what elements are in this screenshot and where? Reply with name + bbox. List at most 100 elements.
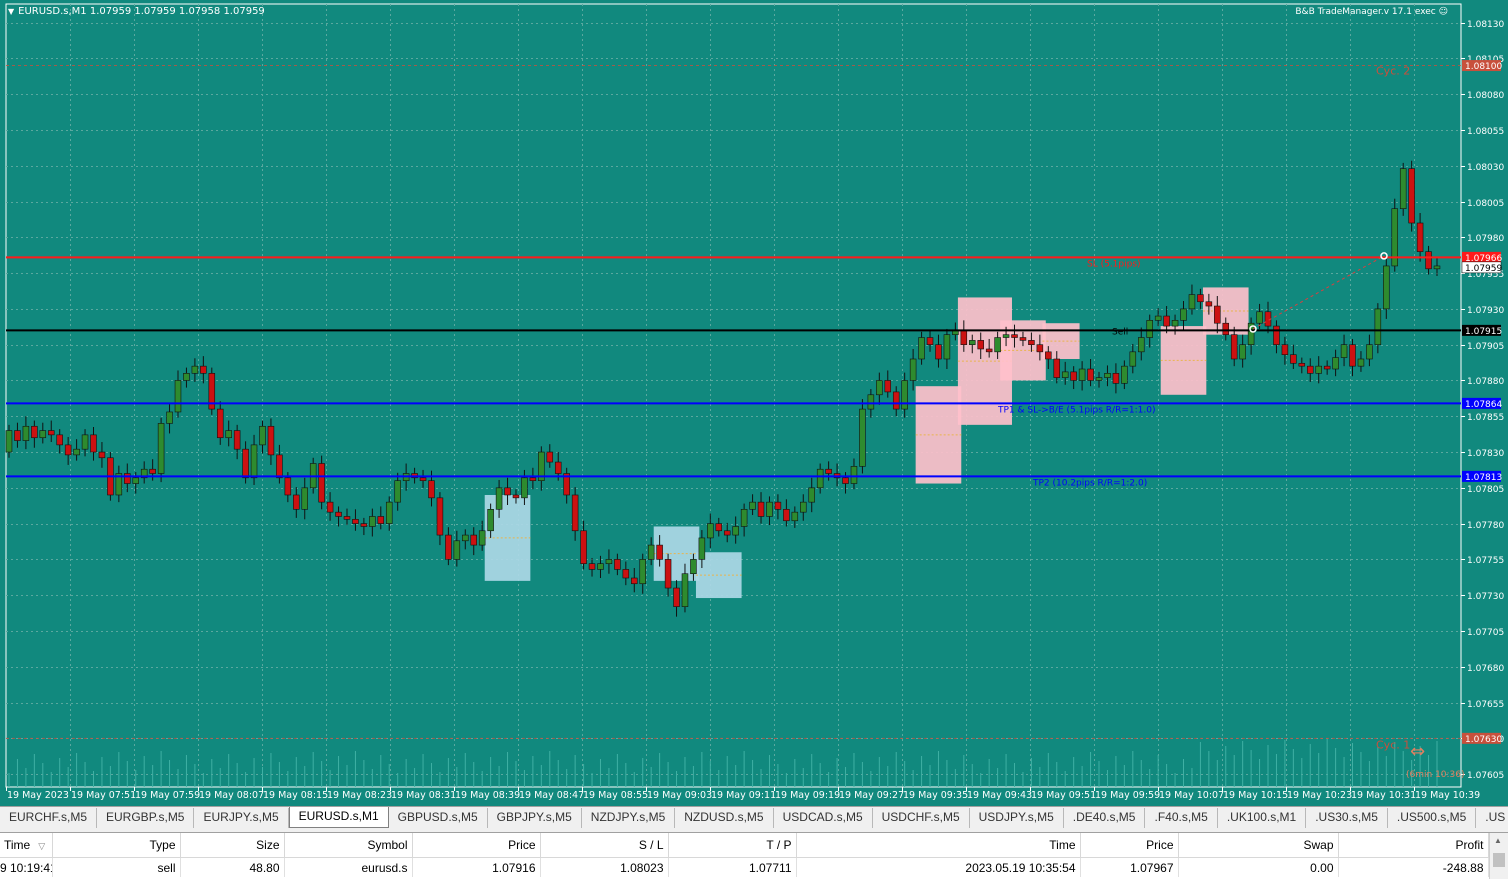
chart-tab[interactable]: GBPJPY.s,M5: [488, 808, 582, 828]
candle-body[interactable]: [673, 587, 680, 607]
candle-body[interactable]: [250, 444, 258, 479]
candle-body[interactable]: [301, 487, 308, 510]
candle-body[interactable]: [124, 473, 131, 484]
candle-body[interactable]: [1129, 351, 1137, 367]
candle-body[interactable]: [428, 480, 435, 499]
candle-body[interactable]: [149, 468, 156, 474]
candle-body[interactable]: [419, 477, 427, 481]
candle-body[interactable]: [901, 380, 908, 410]
candle-body[interactable]: [749, 501, 756, 510]
candle-body[interactable]: [39, 430, 47, 439]
candle-body[interactable]: [377, 516, 385, 524]
candle-body[interactable]: [614, 559, 621, 570]
candle-body[interactable]: [580, 530, 587, 564]
candle-body[interactable]: [1306, 365, 1314, 374]
candle-body[interactable]: [73, 448, 80, 456]
candle-body[interactable]: [715, 523, 723, 532]
candle-body[interactable]: [1222, 322, 1230, 335]
candle-body[interactable]: [352, 519, 359, 524]
column-header[interactable]: Price: [412, 833, 541, 858]
candle-body[interactable]: [1036, 344, 1044, 353]
candle-body[interactable]: [1070, 371, 1077, 381]
candle-body[interactable]: [1399, 168, 1407, 209]
candle-body[interactable]: [571, 494, 579, 532]
candle-body[interactable]: [64, 444, 72, 456]
candle-body[interactable]: [935, 344, 942, 360]
candle-body[interactable]: [1273, 325, 1280, 345]
candle-body[interactable]: [1095, 377, 1103, 381]
candle-body[interactable]: [774, 501, 782, 510]
candle-body[interactable]: [723, 530, 731, 536]
candle-body[interactable]: [1256, 311, 1263, 324]
candle-body[interactable]: [732, 526, 739, 536]
chart-tab[interactable]: .US500.s,M5: [1388, 808, 1477, 828]
candle-body[interactable]: [892, 391, 900, 410]
candle-body[interactable]: [681, 573, 689, 607]
candle-body[interactable]: [1230, 334, 1238, 360]
column-header[interactable]: Profit: [1338, 833, 1489, 858]
candle-body[interactable]: [622, 569, 630, 579]
candle-body[interactable]: [1154, 315, 1162, 321]
candle-body[interactable]: [1416, 222, 1424, 252]
candle-body[interactable]: [394, 480, 401, 503]
candle-body[interactable]: [191, 365, 199, 374]
candle-body[interactable]: [1146, 320, 1153, 338]
candle-body[interactable]: [470, 534, 477, 546]
chart-tab[interactable]: .UK100.s,M1: [1218, 808, 1307, 828]
chart-tab[interactable]: EURUSD.s,M1: [288, 807, 389, 828]
candle-body[interactable]: [1374, 308, 1382, 345]
chart-tab[interactable]: .US: [1476, 808, 1508, 828]
candle-body[interactable]: [166, 411, 173, 424]
candle-body[interactable]: [1104, 373, 1111, 378]
candle-body[interactable]: [1019, 337, 1027, 341]
candle-body[interactable]: [1053, 358, 1061, 378]
column-header[interactable]: Time ▽: [0, 833, 53, 858]
candle-body[interactable]: [631, 577, 638, 585]
candle-body[interactable]: [1214, 305, 1221, 324]
candle-body[interactable]: [369, 516, 376, 527]
candle-body[interactable]: [960, 330, 968, 345]
candle-body[interactable]: [1112, 373, 1120, 384]
column-header[interactable]: Type: [52, 833, 181, 858]
candle-body[interactable]: [664, 559, 672, 589]
candle-body[interactable]: [876, 380, 883, 396]
candle-body[interactable]: [200, 365, 207, 374]
chart-tab[interactable]: USDCHF.s,M5: [873, 808, 970, 828]
candle-body[interactable]: [1290, 354, 1297, 364]
candle-body[interactable]: [1163, 315, 1170, 327]
candle-body[interactable]: [825, 468, 832, 474]
candle-body[interactable]: [1357, 358, 1365, 367]
candle-body[interactable]: [276, 454, 283, 479]
candle-body[interactable]: [698, 537, 706, 560]
candle-body[interactable]: [918, 337, 925, 360]
candle-body[interactable]: [1298, 362, 1306, 367]
chart-tab[interactable]: .US30.s,M5: [1306, 808, 1388, 828]
candle-body[interactable]: [478, 530, 486, 546]
candle-body[interactable]: [647, 544, 655, 560]
candle-body[interactable]: [859, 408, 866, 467]
table-row[interactable]: 9 10:19:41 sell 48.80 eurusd.s 1.07916 1.0802…: [0, 857, 1489, 877]
column-header[interactable]: Size: [180, 833, 285, 858]
candle-body[interactable]: [597, 563, 604, 570]
candle-body[interactable]: [504, 487, 511, 496]
candle-body[interactable]: [14, 430, 21, 441]
chart-window[interactable]: 1.08130 1.08105 1.08080 1.08055 1.08030 1.080…: [0, 0, 1508, 806]
candle-body[interactable]: [757, 501, 765, 517]
candle-body[interactable]: [487, 508, 494, 532]
caret-down-icon[interactable]: ▼: [8, 7, 14, 16]
candle-body[interactable]: [1028, 340, 1035, 345]
candle-body[interactable]: [529, 477, 537, 481]
column-header[interactable]: Time: [796, 833, 1081, 858]
scrollbar-thumb[interactable]: [1493, 853, 1505, 867]
candle-body[interactable]: [740, 508, 748, 527]
candle-body[interactable]: [318, 463, 325, 503]
column-header[interactable]: Swap: [1178, 833, 1339, 858]
candle-body[interactable]: [1180, 308, 1187, 321]
candle-body[interactable]: [293, 494, 300, 510]
candle-body[interactable]: [445, 534, 452, 560]
candle-body[interactable]: [884, 380, 892, 393]
candle-body[interactable]: [690, 559, 697, 575]
candle-body[interactable]: [5, 430, 13, 453]
candle-body[interactable]: [462, 534, 469, 542]
candle-body[interactable]: [1138, 337, 1145, 353]
